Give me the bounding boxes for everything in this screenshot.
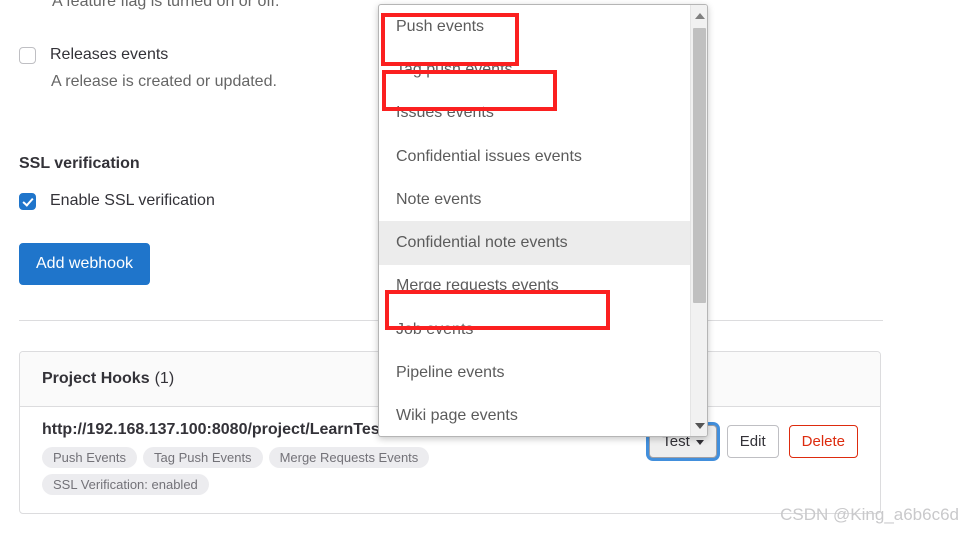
feature-flag-description: A feature flag is turned on or off. <box>52 0 280 10</box>
dropdown-item-push-events[interactable]: Push events <box>379 5 690 48</box>
dropdown-item-confidential-issues-events[interactable]: Confidential issues events <box>379 135 690 178</box>
dropdown-scrollbar[interactable] <box>690 5 707 436</box>
dropdown-item-job-events[interactable]: Job events <box>379 308 690 351</box>
triangle-down-glyph <box>694 422 705 429</box>
test-events-dropdown: Push events Tag push events Issues event… <box>378 4 708 437</box>
releases-events-label: Releases events <box>50 46 169 63</box>
releases-events-description: A release is created or updated. <box>51 73 277 90</box>
scrollbar-thumb[interactable] <box>693 28 706 303</box>
enable-ssl-verification-checkbox-row[interactable]: Enable SSL verification <box>19 190 215 212</box>
badge-push-events: Push Events <box>42 447 137 468</box>
project-hooks-title: Project Hooks <box>42 370 150 387</box>
test-events-dropdown-list: Push events Tag push events Issues event… <box>379 5 690 436</box>
badge-merge-requests-events: Merge Requests Events <box>268 447 430 468</box>
dropdown-item-confidential-note-events[interactable]: Confidential note events <box>379 221 690 265</box>
dropdown-item-note-events[interactable]: Note events <box>379 178 690 221</box>
delete-button[interactable]: Delete <box>788 425 858 458</box>
scroll-down-arrow-icon[interactable] <box>691 417 707 434</box>
enable-ssl-verification-checkbox[interactable] <box>19 193 36 210</box>
enable-ssl-verification-label: Enable SSL verification <box>50 192 215 209</box>
dropdown-item-issues-events[interactable]: Issues events <box>379 92 690 135</box>
dropdown-item-merge-requests-events[interactable]: Merge requests events <box>379 265 690 308</box>
webhook-badges: Push Events Tag Push Events Merge Reques… <box>42 447 512 495</box>
releases-events-checkbox[interactable] <box>19 47 36 64</box>
triangle-up-glyph <box>694 12 705 19</box>
badge-ssl-verification: SSL Verification: enabled <box>42 474 209 495</box>
badge-tag-push-events: Tag Push Events <box>143 447 263 468</box>
add-webhook-button[interactable]: Add webhook <box>19 243 150 285</box>
edit-button[interactable]: Edit <box>726 425 779 458</box>
ssl-verification-heading: SSL verification <box>19 155 140 172</box>
dropdown-item-tag-push-events[interactable]: Tag push events <box>379 48 690 91</box>
webhook-settings-page: A feature flag is turned on or off. Rele… <box>0 0 967 534</box>
chevron-down-icon <box>695 440 704 445</box>
dropdown-item-wiki-page-events[interactable]: Wiki page events <box>379 395 690 436</box>
watermark: CSDN @King_a6b6c6d <box>780 505 959 524</box>
project-hooks-count: (1) <box>154 370 175 387</box>
dropdown-item-pipeline-events[interactable]: Pipeline events <box>379 351 690 394</box>
scroll-up-arrow-icon[interactable] <box>691 7 707 24</box>
releases-events-checkbox-row[interactable]: Releases events <box>19 44 168 66</box>
